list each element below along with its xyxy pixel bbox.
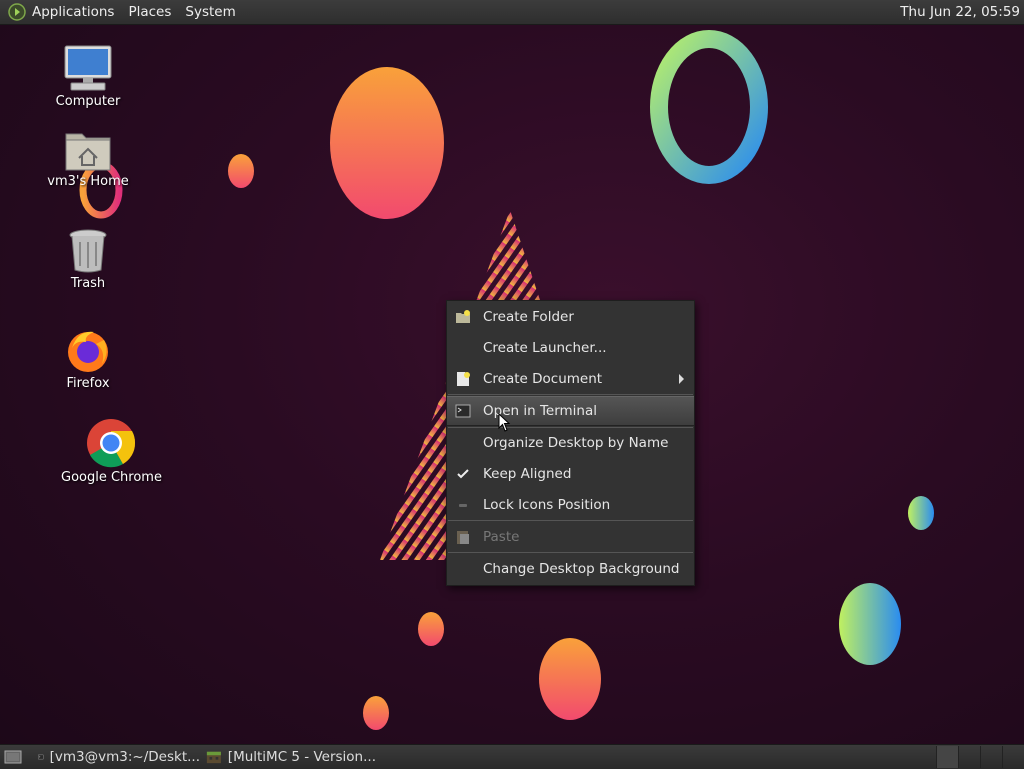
menu-item-label: Organize Desktop by Name xyxy=(483,435,669,451)
desktop-icon-label: Firefox xyxy=(66,376,110,391)
system-menu[interactable]: System xyxy=(185,4,235,20)
applications-menu[interactable]: Applications xyxy=(32,4,114,20)
menu-separator xyxy=(448,520,693,521)
workspace-2[interactable] xyxy=(958,746,980,768)
taskbar-button-multimc[interactable]: [MultiMC 5 - Version... xyxy=(206,745,376,769)
menu-separator xyxy=(448,552,693,553)
workspace-switcher[interactable] xyxy=(936,746,1024,768)
desktop-icon-label: Computer xyxy=(55,94,121,109)
terminal-icon xyxy=(38,754,44,760)
taskbar-button-label: [vm3@vm3:~/Deskt... xyxy=(49,749,200,765)
taskbar-button-terminal[interactable]: [vm3@vm3:~/Deskt... xyxy=(38,745,200,769)
show-desktop-icon[interactable] xyxy=(4,748,22,766)
menu-item-create-document[interactable]: Create Document xyxy=(447,365,694,393)
desktop-icon-firefox[interactable]: Firefox xyxy=(38,326,138,391)
menu-item-keep-aligned[interactable]: Keep Aligned xyxy=(447,460,694,488)
computer-icon xyxy=(64,45,112,91)
places-menu[interactable]: Places xyxy=(128,4,171,20)
submenu-arrow-icon xyxy=(679,374,684,384)
trash-icon xyxy=(69,229,107,273)
menu-item-change-background[interactable]: Change Desktop Background xyxy=(447,555,694,583)
top-panel: Applications Places System Thu Jun 22, 0… xyxy=(0,0,1024,25)
mouse-cursor-icon xyxy=(498,413,511,432)
menu-item-label: Create Folder xyxy=(483,309,574,325)
menu-item-open-in-terminal[interactable]: Open in Terminal xyxy=(447,396,694,426)
menu-item-paste[interactable]: Paste xyxy=(447,523,694,551)
menu-item-label: Keep Aligned xyxy=(483,466,572,482)
menu-item-label: Lock Icons Position xyxy=(483,497,611,513)
menu-item-label: Change Desktop Background xyxy=(483,561,680,577)
desktop-icon-trash[interactable]: Trash xyxy=(38,228,138,291)
menu-item-label: Create Document xyxy=(483,371,603,387)
desktop-context-menu: Create Folder Create Launcher... Create … xyxy=(446,300,695,586)
terminal-icon xyxy=(455,404,471,418)
menu-item-label: Create Launcher... xyxy=(483,340,607,356)
menu-separator xyxy=(448,394,693,395)
distro-logo-icon[interactable] xyxy=(8,3,26,21)
desktop-icon-computer[interactable]: Computer xyxy=(38,44,138,109)
bottom-panel: [vm3@vm3:~/Deskt... [MultiMC 5 - Version… xyxy=(0,744,1024,769)
menu-item-create-folder[interactable]: Create Folder xyxy=(447,303,694,331)
home-folder-icon xyxy=(65,133,111,171)
workspace-4[interactable] xyxy=(1002,746,1024,768)
folder-new-icon xyxy=(456,310,470,323)
taskbar-button-label: [MultiMC 5 - Version... xyxy=(227,749,376,765)
workspace-3[interactable] xyxy=(980,746,1002,768)
chrome-icon xyxy=(87,419,136,468)
multimc-icon xyxy=(206,751,221,764)
desktop-icon-chrome[interactable]: Google Chrome xyxy=(61,418,162,485)
paste-icon xyxy=(457,531,469,544)
desktop-icon-label: Google Chrome xyxy=(61,470,162,485)
menu-item-lock-icons-position[interactable]: Lock Icons Position xyxy=(447,491,694,519)
desktop-icon-home[interactable]: vm3's Home xyxy=(38,128,138,189)
unchecked-dash-icon xyxy=(459,504,467,507)
desktop-icon-label: vm3's Home xyxy=(47,174,129,189)
menu-item-label: Paste xyxy=(483,529,520,545)
menu-item-create-launcher[interactable]: Create Launcher... xyxy=(447,334,694,362)
clock[interactable]: Thu Jun 22, 05:59 xyxy=(900,4,1020,20)
firefox-icon xyxy=(68,331,108,372)
desktop-icon-label: Trash xyxy=(70,276,106,291)
check-icon xyxy=(457,469,469,479)
menu-separator xyxy=(448,427,693,428)
workspace-1[interactable] xyxy=(936,746,958,768)
menu-item-organize-desktop[interactable]: Organize Desktop by Name xyxy=(447,429,694,457)
document-new-icon xyxy=(457,372,470,386)
